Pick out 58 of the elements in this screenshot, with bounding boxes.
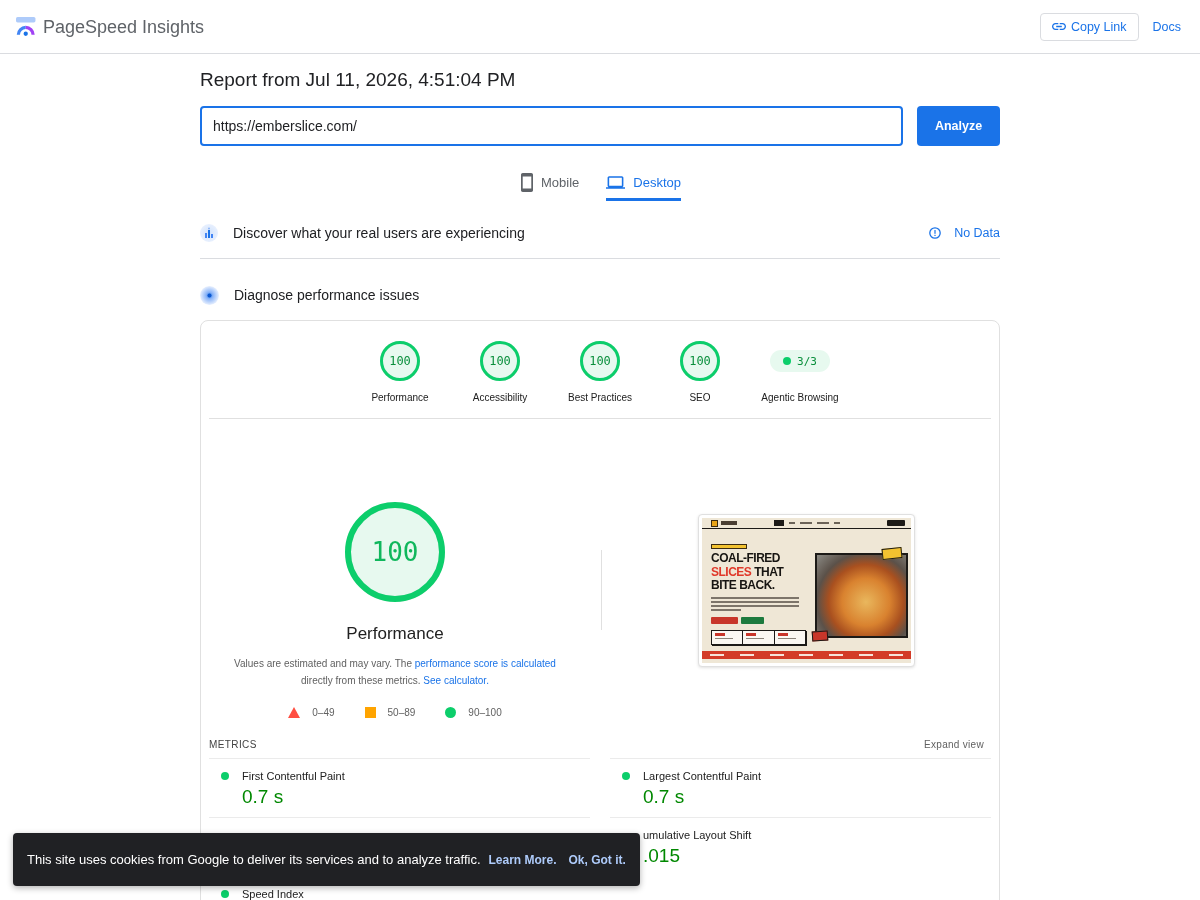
section-title: Diagnose performance issues — [234, 287, 420, 303]
cookie-message: This site uses cookies from Google to deliver its services and to analyze traffic. — [27, 852, 481, 867]
app-title: PageSpeed Insights — [43, 15, 205, 38]
legend-label: 0–49 — [312, 706, 335, 718]
badge-drawing — [811, 630, 829, 642]
score-gauge — [580, 341, 620, 381]
score-value: 100 — [589, 354, 611, 368]
page-button-drawing — [711, 616, 738, 624]
description-link[interactable]: See calculator. — [423, 675, 489, 686]
score-value: 100 — [371, 537, 419, 567]
score-description: Values are estimated and may vary. The performance score is calculated directly from these metrics. See calculator. — [233, 657, 557, 688]
category-link[interactable]: Agentic Browsing — [761, 392, 839, 404]
score-gauge — [380, 341, 420, 381]
metric-value: .015 — [643, 845, 680, 867]
metrics-heading: METRICS — [209, 738, 257, 750]
logo-icon — [16, 16, 36, 37]
copy-link-button[interactable]: Copy Link — [1039, 12, 1139, 41]
link-icon — [1051, 23, 1066, 30]
phone-icon — [521, 173, 533, 192]
metric-value: 0.7 s — [643, 786, 685, 808]
expand-view-button[interactable]: Expand view — [924, 738, 984, 750]
category-link[interactable]: SEO — [689, 392, 711, 404]
category-link[interactable]: Best Practices — [568, 392, 632, 404]
report-title: Report from Jul 11, 2026, 4:51:04 PM — [200, 68, 517, 92]
score-value: 100 — [689, 354, 711, 368]
description-link[interactable]: performance score is calculated — [414, 658, 556, 669]
score-value: 3/3 — [797, 354, 817, 368]
legend-label: 90–100 — [468, 706, 502, 718]
tag-drawing — [711, 544, 747, 549]
headline-text: COAL-FIRED SLICES THAT BITE BACK. — [711, 552, 784, 593]
category-link[interactable]: Accessibility — [472, 392, 528, 404]
score-value: 100 — [389, 354, 411, 368]
learn-more-link[interactable]: Learn More. — [488, 852, 557, 867]
laptop-icon — [606, 176, 626, 189]
score-gauge — [480, 341, 520, 381]
metric-value: 0.7 s — [242, 786, 284, 808]
score-gauge — [680, 341, 720, 381]
target-icon — [200, 285, 219, 305]
category-link[interactable]: Performance — [371, 392, 429, 404]
score-value: 100 — [489, 354, 511, 368]
metric-label: Speed Index — [242, 888, 304, 900]
docs-link[interactable]: Docs — [1152, 19, 1181, 34]
no-data-status: No Data — [954, 226, 1000, 240]
info-icon — [929, 227, 942, 239]
device-tab[interactable]: Mobile — [521, 164, 580, 201]
url-input[interactable]: https://emberslice.com/ — [200, 106, 903, 146]
metric-label: Largest Contentful Paint — [643, 770, 762, 782]
device-tab[interactable]: Desktop — [606, 164, 681, 201]
bar-chart-icon — [200, 224, 218, 242]
metric-label: umulative Layout Shift — [643, 829, 752, 841]
analyze-button[interactable]: Analyze — [917, 106, 1000, 146]
category-title: Performance — [346, 623, 444, 645]
section-title: Discover what your real users are experiencing — [233, 225, 525, 241]
price-tag-drawing — [881, 547, 903, 560]
metric-label: First Contentful Paint — [242, 770, 345, 782]
legend-label: 50–89 — [387, 706, 416, 718]
page-button-drawing — [741, 616, 764, 624]
ok-got-it-button[interactable]: Ok, Got it. — [568, 852, 626, 867]
